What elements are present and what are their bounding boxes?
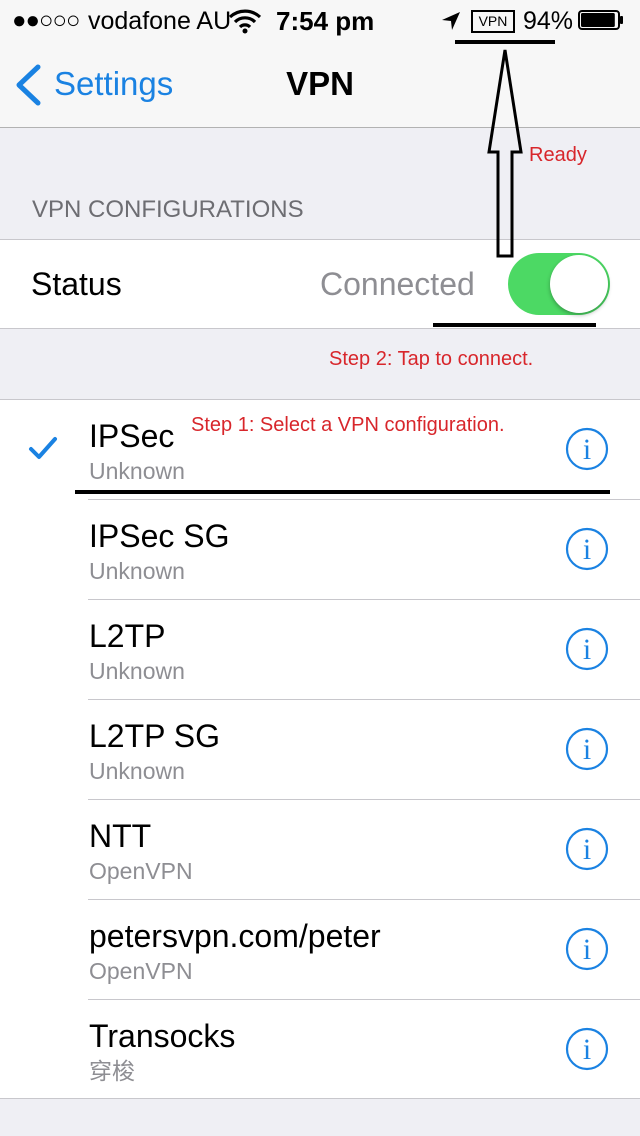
wifi-icon (228, 9, 262, 34)
svg-text:i: i (583, 633, 591, 666)
vpn-config-name: Transocks (89, 1018, 236, 1054)
vpn-config-name: L2TP SG (89, 718, 221, 754)
vpn-config-name: petersvpn.com/peter (89, 918, 381, 954)
vpn-config-row[interactable]: petersvpn.com/peter OpenVPN i (0, 900, 640, 1000)
vpn-config-type: Unknown (89, 458, 185, 484)
svg-text:i: i (583, 733, 591, 766)
info-icon[interactable]: i (565, 827, 609, 871)
vpn-config-row[interactable]: NTT OpenVPN i (0, 800, 640, 900)
vpn-config-type: OpenVPN (89, 858, 193, 884)
checkmark-icon (29, 437, 57, 459)
info-icon[interactable]: i (565, 927, 609, 971)
svg-text:i: i (583, 1033, 591, 1066)
svg-text:i: i (583, 433, 591, 466)
signal-strength: ●●○○○ (12, 7, 80, 34)
svg-text:i: i (583, 833, 591, 866)
annotation-step-2: Step 2: Tap to connect. (329, 348, 534, 370)
vpn-config-type: OpenVPN (89, 958, 193, 984)
toggle-knob[interactable] (550, 255, 608, 313)
carrier-name: vodafone AU (88, 7, 232, 35)
vpn-config-name: L2TP (89, 618, 166, 654)
battery-icon (578, 10, 623, 30)
location-arrow-icon (442, 12, 460, 30)
vpn-config-row[interactable]: Transocks 穿梭 i (0, 1000, 640, 1100)
vpn-config-type: 穿梭 (89, 1058, 135, 1084)
annotation-arrow-icon (487, 49, 523, 258)
battery-percent: 94% (523, 7, 574, 35)
vpn-config-type: Unknown (89, 558, 185, 584)
annotation-underline-ipsec (75, 490, 610, 494)
svg-text:i: i (583, 933, 591, 966)
vpn-config-name: IPSec SG (89, 518, 230, 554)
info-icon[interactable]: i (565, 427, 609, 471)
annotation-ready: Ready (529, 144, 587, 166)
info-icon[interactable]: i (565, 727, 609, 771)
svg-text:i: i (583, 533, 591, 566)
annotation-underline-vpn (455, 40, 555, 44)
info-icon[interactable]: i (565, 1027, 609, 1071)
vpn-config-type: Unknown (89, 758, 185, 784)
clock: 7:54 pm (276, 6, 375, 36)
vpn-config-name: NTT (89, 818, 152, 854)
vpn-config-name: IPSec (89, 418, 175, 454)
vpn-configuration-list: IPSec Unknown i IPSec SG Unknown i L2TP Unknown… (0, 399, 640, 1099)
vpn-config-type: Unknown (89, 658, 185, 684)
vpn-config-row[interactable]: IPSec SG Unknown i (0, 500, 640, 600)
status-value: Connected (320, 266, 475, 302)
vpn-config-row[interactable]: L2TP Unknown i (0, 600, 640, 700)
info-icon[interactable]: i (565, 527, 609, 571)
status-label: Status (31, 266, 122, 302)
annotation-underline-toggle (433, 323, 596, 327)
vpn-badge: VPN (471, 10, 515, 33)
section-header: VPN CONFIGURATIONS (32, 196, 304, 223)
info-icon[interactable]: i (565, 627, 609, 671)
vpn-config-row[interactable]: L2TP SG Unknown i (0, 700, 640, 800)
annotation-step-1: Step 1: Select a VPN configuration. (191, 414, 505, 436)
page-title: VPN (286, 65, 354, 102)
